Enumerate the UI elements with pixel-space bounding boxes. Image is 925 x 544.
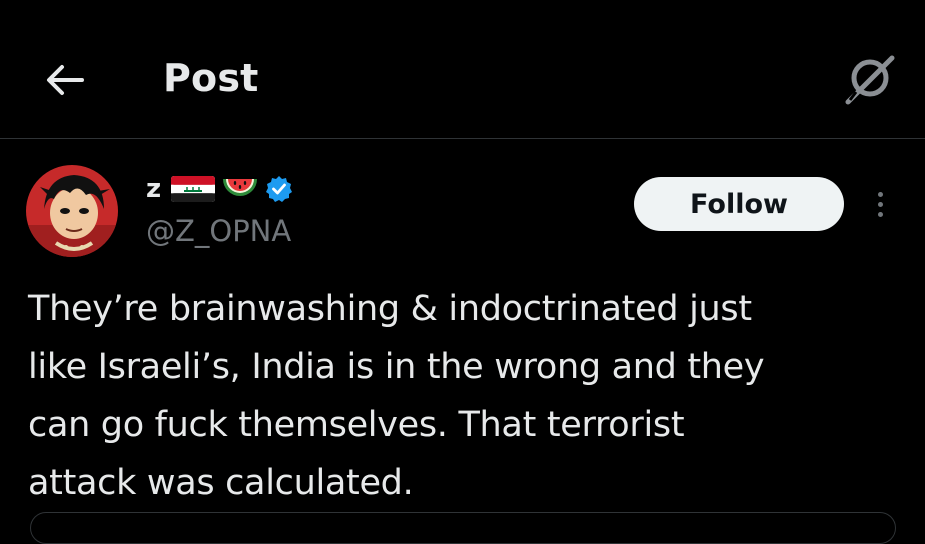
more-vertical-icon [877,191,883,197]
author-handle[interactable]: @Z_OPNA [146,214,291,248]
top-bar: Post [0,0,925,138]
page-title: Post [163,56,259,100]
post-text: They’re brainwashing & indoctrinated jus… [28,289,765,503]
author-avatar[interactable] [26,165,118,257]
iraq-flag-icon [171,176,216,202]
back-button[interactable] [36,52,92,108]
grok-button[interactable] [838,48,900,110]
verified-badge-icon [266,176,293,202]
watermelon-icon [223,179,258,196]
header-divider [0,138,925,139]
author-name-row[interactable]: z [146,172,299,206]
follow-button[interactable]: Follow [634,177,844,231]
embedded-card[interactable] [30,512,896,544]
display-name: z [146,174,162,204]
grok-icon [845,55,895,105]
more-options-button[interactable] [862,182,898,226]
arrow-left-icon [47,65,84,95]
